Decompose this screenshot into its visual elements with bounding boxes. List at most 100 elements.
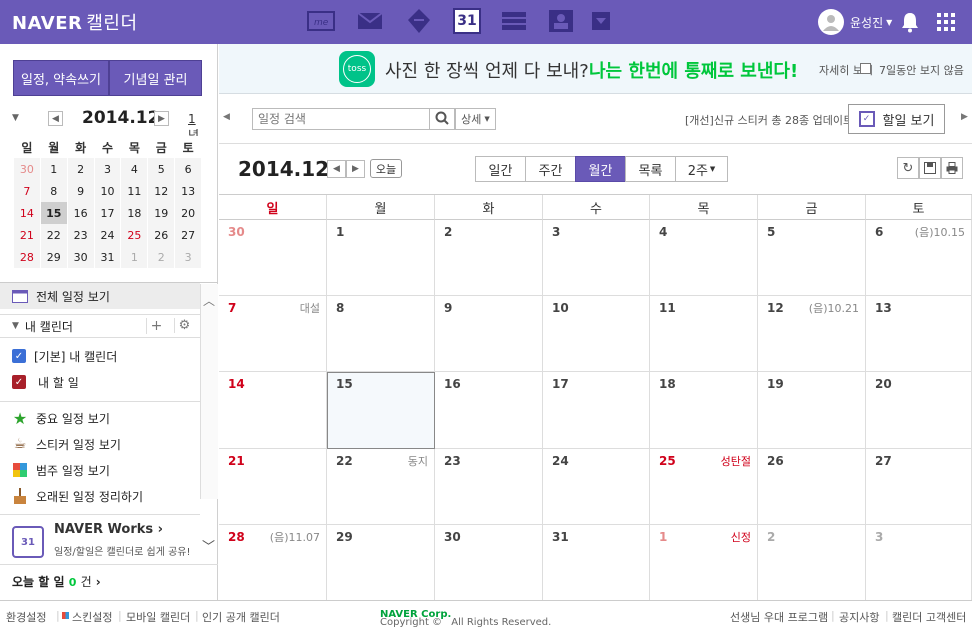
tab-day[interactable]: 일간 [475,156,526,182]
mini-day[interactable]: 3 [94,158,122,180]
detail-search-dropdown[interactable]: 상세 ▼ [455,108,496,130]
mini-day[interactable]: 24 [94,224,122,246]
mini-day[interactable]: 18 [121,202,149,224]
footer-teacher-link[interactable]: 선생님 우대 프로그램 [730,609,828,625]
mini-day[interactable]: 22 [40,224,68,246]
day-cell[interactable]: 8 [327,296,435,372]
day-cell[interactable]: 23 [435,449,543,525]
mini-day[interactable]: 13 [175,180,203,202]
mini-day[interactable]: 23 [67,224,95,246]
day-cell[interactable]: 30 [435,525,543,601]
footer-support-link[interactable]: 캘린더 고객센터 [892,609,966,625]
memo-icon[interactable] [405,8,433,34]
day-cell[interactable]: 9 [435,296,543,372]
mini-day[interactable]: 8 [40,180,68,202]
bell-icon[interactable] [900,11,920,36]
mini-day[interactable]: 2 [148,246,176,268]
my-calendar-section[interactable]: ▼ 내 캘린더 + ⚙ [0,314,200,338]
day-cell[interactable]: 3 [543,220,650,296]
day-cell[interactable]: 17 [543,372,650,449]
calendar-icon[interactable]: 31 [453,8,481,34]
more-services-icon[interactable] [592,12,610,30]
add-calendar-icon[interactable]: + [146,318,166,334]
mini-day[interactable]: 3 [175,246,203,268]
category-schedule-view[interactable]: 범주 일정 보기 [0,457,200,483]
day-cell[interactable]: 20 [866,372,972,449]
mini-day[interactable]: 28 [14,246,41,268]
collapse-icon[interactable]: ▼ [12,113,19,123]
day-cell[interactable]: 2 [435,220,543,296]
day-cell[interactable]: 11 [650,296,758,372]
day-cell[interactable]: 7 대설 [219,296,327,372]
tab-week[interactable]: 주간 [525,156,576,182]
footer-popular-link[interactable]: 인기 공개 캘린더 [202,609,280,625]
naver-calendar-logo[interactable]: NAVER 캘린더 [12,9,138,35]
apps-grid-icon[interactable] [937,13,955,34]
update-notice-link[interactable]: [개선]신규 스티커 총 28종 업데이트 [685,112,853,128]
hide-7days-checkbox[interactable] [860,63,871,74]
mini-day[interactable]: 15 [40,202,68,224]
mini-day[interactable]: 27 [175,224,203,246]
footer-settings-link[interactable]: 환경설정 [6,609,46,625]
me-icon[interactable]: me [307,8,335,34]
mini-day[interactable]: 9 [67,180,95,202]
ad-banner[interactable]: toss 사진 한 장씩 언제 다 보내? 나는 한번에 통째로 보낸다! 자세… [219,44,972,94]
print-icon[interactable] [941,157,963,179]
tab-list[interactable]: 목록 [625,156,676,182]
mini-day[interactable]: 31 [94,246,122,268]
calendar-item-basic[interactable]: ✓ [기본] 내 캘린더 [0,343,200,369]
sticker-schedule-view[interactable]: ☕ 스티커 일정 보기 [0,431,200,457]
scroll-down-icon[interactable]: ﹀ [202,536,215,555]
day-cell[interactable]: 1 신정 [650,525,758,601]
mini-day[interactable]: 6 [175,158,203,180]
toolbar-left-arrow-icon[interactable]: ◀ [223,112,230,122]
day-cell[interactable]: 29 [327,525,435,601]
tab-month[interactable]: 월간 [575,156,626,182]
mail-icon[interactable] [356,8,384,34]
mini-day[interactable]: 29 [40,246,68,268]
day-cell[interactable]: 2 [758,525,866,601]
list-icon[interactable] [500,8,528,34]
day-cell[interactable]: 25 성탄절 [650,449,758,525]
day-cell[interactable]: 19 [758,372,866,449]
all-schedule-view[interactable]: 전체 일정 보기 [0,283,200,309]
checkbox-checked-icon[interactable]: ✓ [12,375,26,389]
toolbar-right-arrow-icon[interactable]: ▶ [961,112,968,122]
footer-mobile-link[interactable]: 모바일 캘린더 [126,609,190,625]
search-button[interactable] [429,108,455,130]
important-schedule-view[interactable]: ★ 중요 일정 보기 [0,405,200,431]
mini-day[interactable]: 19 [148,202,176,224]
mini-day[interactable]: 26 [148,224,176,246]
checkbox-checked-icon[interactable]: ✓ [12,349,26,363]
hide-7days-label[interactable]: 7일동안 보지 않음 [879,62,964,78]
tab-two-week[interactable]: 2주 ▼ [675,156,728,182]
mini-day[interactable]: 2 [67,158,95,180]
mini-prev-button[interactable]: ◀ [48,111,63,126]
day-cell[interactable]: 22 동지 [327,449,435,525]
day-cell[interactable]: 13 [866,296,972,372]
footer-notice-link[interactable]: 공지사항 [839,609,879,625]
prev-month-button[interactable]: ◀ [327,160,346,178]
naver-works-promo[interactable]: 31 NAVER Works › 일정/할일은 캘린더로 쉽게 공유! [12,522,202,562]
day-cell[interactable]: 1 [327,220,435,296]
mini-day[interactable]: 30 [14,158,41,180]
mini-day[interactable]: 1 [121,246,149,268]
mini-day[interactable]: 20 [175,202,203,224]
day-cell[interactable]: 15 [327,372,435,449]
anniversary-button[interactable]: 기념일 관리 [109,60,202,96]
day-cell[interactable]: 27 [866,449,972,525]
day-cell[interactable]: 14 [219,372,327,449]
mini-day[interactable]: 30 [67,246,95,268]
next-month-button[interactable]: ▶ [346,160,365,178]
todo-view-button[interactable]: ✓ 할일 보기 [848,104,945,134]
day-cell[interactable]: 10 [543,296,650,372]
day-cell[interactable]: 30 [219,220,327,296]
gear-icon[interactable]: ⚙ [174,318,194,333]
scroll-up-icon[interactable]: ︿ [203,292,215,309]
mini-day[interactable]: 5 [148,158,176,180]
mini-day[interactable]: 7 [14,180,41,202]
mini-day[interactable]: 11 [121,180,149,202]
mini-day[interactable]: 1 [40,158,68,180]
mini-day[interactable]: 4 [121,158,149,180]
day-cell[interactable]: 16 [435,372,543,449]
